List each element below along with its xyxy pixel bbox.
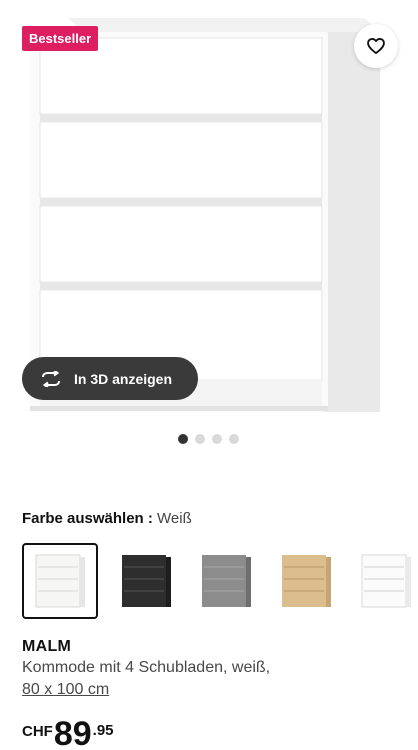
color-swatch-list [22,543,418,619]
carousel-indicator [178,434,239,444]
price-currency: CHF [22,723,53,740]
oak-dresser-thumbnail [282,555,331,607]
heart-outline-icon [367,38,385,54]
grey-dresser-thumbnail [202,555,251,607]
favorite-button[interactable] [354,24,398,68]
view-in-3d-label: In 3D anzeigen [74,370,173,387]
product-description: Kommode mit 4 Schubladen, weiß, [22,659,271,676]
price-decimals: .95 [92,722,114,739]
product-price: CHF 89 .95 [22,717,114,750]
color-label-text: Farbe auswählen : [22,510,153,527]
carousel-dot[interactable] [229,434,239,444]
product-name: MALM [22,638,72,655]
bestseller-badge: Bestseller [22,26,99,51]
white-dresser-thumbnail [35,554,85,608]
view-in-3d-button[interactable]: In 3D anzeigen [22,357,198,400]
dresser-image [30,18,380,412]
swatch-grey[interactable] [188,543,264,619]
swatch-black-brown[interactable] [108,543,184,619]
product-size-link[interactable]: 80 x 100 cm [22,681,109,699]
rotate-arrows-icon [42,370,60,387]
swatch-oak-veneer[interactable] [268,543,344,619]
carousel-dot[interactable] [195,434,205,444]
color-selection-label: Farbe auswählen : Weiß [22,510,192,527]
selected-color-value: Weiß [157,510,192,527]
product-image-gallery[interactable]: Bestseller In 3D anzeigen [0,0,418,425]
gloss-white-dresser-thumbnail [361,554,411,608]
swatch-white[interactable] [22,543,98,619]
price-integer: 89 [53,715,92,750]
black-dresser-thumbnail [122,555,171,607]
swatch-high-gloss-white[interactable] [348,543,418,619]
carousel-dot[interactable] [212,434,222,444]
carousel-dot[interactable] [178,434,188,444]
